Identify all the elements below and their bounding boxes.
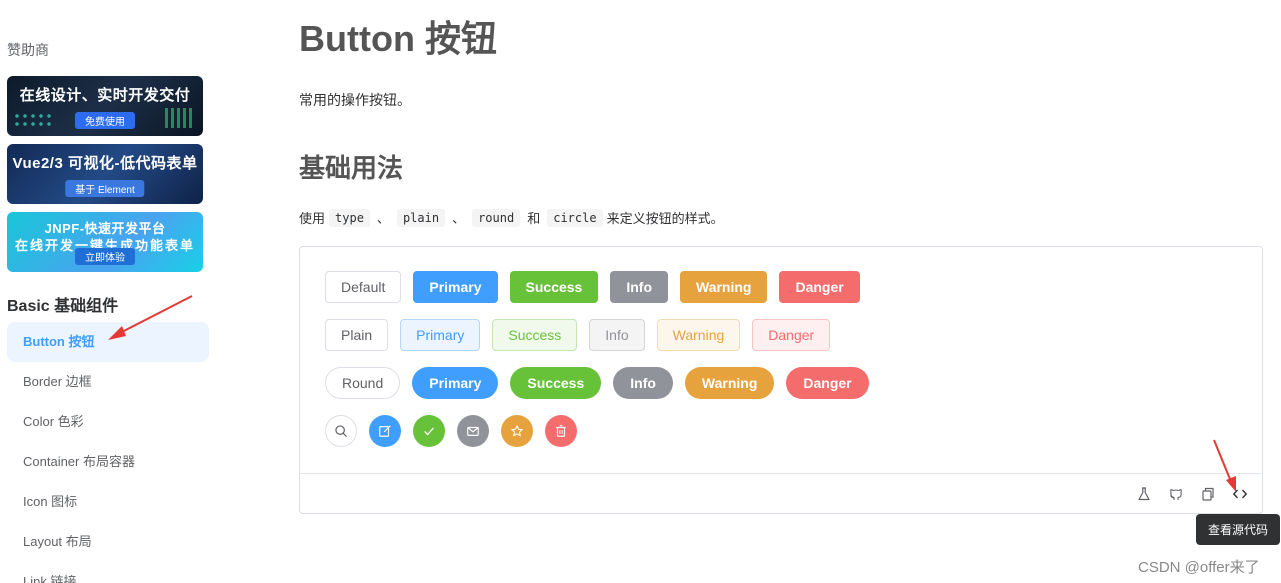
separator: 、 bbox=[452, 211, 466, 226]
view-source-tooltip: 查看源代码 bbox=[1196, 514, 1280, 545]
plain-info-button[interactable]: Info bbox=[589, 319, 645, 351]
sponsor-title: 赞助商 bbox=[7, 42, 49, 58]
nav-group-title: Basic 基础组件 bbox=[7, 298, 119, 315]
sponsor-banner-2[interactable]: Vue2/3 可视化-低代码表单 基于 Element bbox=[7, 144, 203, 204]
banner-headline: 在线设计、实时开发交付 bbox=[19, 87, 191, 104]
circle-message-button[interactable] bbox=[457, 415, 489, 447]
round-primary-button[interactable]: Primary bbox=[412, 367, 499, 399]
banner-headline: Vue2/3 可视化-低代码表单 bbox=[12, 155, 198, 172]
banner-cta: 基于 Element bbox=[65, 180, 145, 197]
banner-decoration bbox=[165, 108, 195, 128]
circle-check-button[interactable] bbox=[413, 415, 445, 447]
plain-default-button[interactable]: Plain bbox=[325, 319, 389, 351]
basic-buttons-row: Default Primary Success Info Warning Dan… bbox=[325, 271, 860, 303]
primary-button[interactable]: Primary bbox=[413, 271, 498, 303]
watermark: CSDN @offer来了 bbox=[1138, 559, 1260, 576]
usage-prefix: 使用 bbox=[299, 211, 326, 226]
sidebar-item-link[interactable]: Link 链接 bbox=[7, 562, 209, 583]
circle-buttons-row bbox=[325, 415, 577, 447]
code-type: type bbox=[329, 208, 370, 227]
circle-search-button[interactable] bbox=[325, 415, 357, 447]
default-button[interactable]: Default bbox=[325, 271, 402, 303]
demo-toolbar bbox=[300, 473, 1262, 514]
sponsor-banner-1[interactable]: 在线设计、实时开发交付 免费使用 bbox=[7, 76, 203, 136]
sidebar-item-button[interactable]: Button 按钮 bbox=[7, 322, 209, 362]
round-danger-button[interactable]: Danger bbox=[786, 367, 869, 399]
search-icon bbox=[335, 425, 347, 437]
warning-button[interactable]: Warning bbox=[680, 271, 768, 303]
sidebar-item-layout[interactable]: Layout 布局 bbox=[7, 522, 209, 562]
circle-delete-button[interactable] bbox=[545, 415, 577, 447]
banner-cta: 立即体验 bbox=[75, 248, 135, 265]
plain-warning-button[interactable]: Warning bbox=[656, 319, 741, 351]
page-title: Button 按钮 bbox=[299, 18, 497, 59]
plain-danger-button[interactable]: Danger bbox=[752, 319, 831, 351]
star-icon bbox=[511, 425, 523, 437]
round-warning-button[interactable]: Warning bbox=[684, 367, 775, 399]
sponsor-banner-3[interactable]: JNPF-快速开发平台 在线开发一键生成功能表单 立即体验 bbox=[7, 212, 203, 272]
message-icon bbox=[467, 426, 479, 436]
code-plain: plain bbox=[396, 208, 446, 227]
separator: 、 bbox=[376, 211, 390, 226]
and-text: 和 bbox=[527, 211, 541, 226]
sidebar-item-container[interactable]: Container 布局容器 bbox=[7, 442, 209, 482]
sidebar: 赞助商 在线设计、实时开发交付 免费使用 Vue2/3 可视化-低代码表单 基于… bbox=[0, 0, 215, 583]
sidebar-item-icon[interactable]: Icon 图标 bbox=[7, 482, 209, 522]
circle-edit-button[interactable] bbox=[369, 415, 401, 447]
code-icon[interactable] bbox=[1232, 486, 1248, 502]
copy-icon[interactable] bbox=[1200, 486, 1216, 502]
danger-button[interactable]: Danger bbox=[779, 271, 860, 303]
demo-block: Default Primary Success Info Warning Dan… bbox=[299, 246, 1263, 514]
sidebar-item-color[interactable]: Color 色彩 bbox=[7, 402, 209, 442]
page-description: 常用的操作按钮。 bbox=[299, 92, 411, 108]
round-default-button[interactable]: Round bbox=[325, 367, 401, 399]
github-icon[interactable] bbox=[1168, 486, 1184, 502]
round-buttons-row: Round Primary Success Info Warning Dange… bbox=[325, 367, 869, 399]
banner-cta: 免费使用 bbox=[75, 112, 135, 129]
banner-decoration bbox=[13, 112, 53, 130]
edit-icon bbox=[379, 425, 391, 437]
plain-primary-button[interactable]: Primary bbox=[400, 319, 481, 351]
plain-buttons-row: Plain Primary Success Info Warning Dange… bbox=[325, 319, 831, 351]
delete-icon bbox=[556, 425, 566, 437]
check-icon bbox=[424, 427, 434, 436]
code-circle: circle bbox=[547, 208, 603, 227]
plain-success-button[interactable]: Success bbox=[492, 319, 578, 351]
sidebar-item-border[interactable]: Border 边框 bbox=[7, 362, 209, 402]
success-button[interactable]: Success bbox=[509, 271, 599, 303]
round-success-button[interactable]: Success bbox=[510, 367, 602, 399]
usage-description: 使用 type 、 plain 、 round 和 circle 来定义按钮的样… bbox=[299, 208, 724, 227]
round-info-button[interactable]: Info bbox=[613, 367, 673, 399]
section-title: 基础用法 bbox=[299, 153, 404, 183]
info-button[interactable]: Info bbox=[610, 271, 668, 303]
demo-tool-icons bbox=[1136, 486, 1248, 502]
code-round: round bbox=[472, 208, 521, 227]
usage-suffix: 来定义按钮的样式。 bbox=[606, 211, 724, 226]
circle-star-button[interactable] bbox=[501, 415, 533, 447]
flask-icon[interactable] bbox=[1136, 486, 1152, 502]
